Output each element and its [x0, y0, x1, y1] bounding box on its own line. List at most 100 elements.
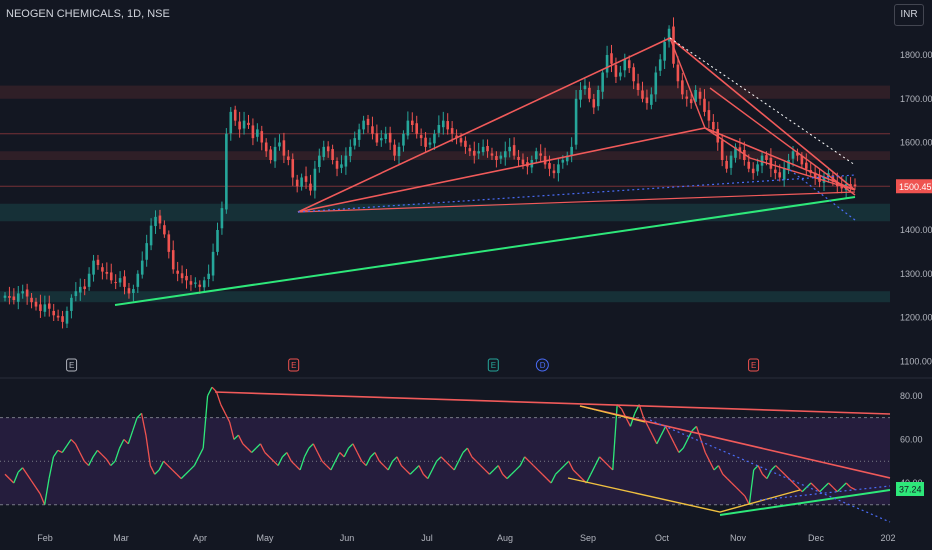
candle-body [588, 87, 591, 99]
candle-body [805, 162, 808, 169]
candle-body [123, 276, 126, 287]
candle-body [627, 60, 631, 69]
price-tick-label: 1300.00 [900, 269, 932, 279]
month-tick-label: May [256, 533, 274, 543]
candle-body [176, 270, 179, 274]
candle-body [154, 216, 157, 227]
month-tick-label: Mar [113, 533, 129, 543]
rsi-segment [211, 386, 217, 392]
candle-body [220, 208, 224, 229]
candle-body [424, 137, 427, 147]
candle-body [703, 98, 706, 112]
candle-body [291, 159, 295, 178]
price-tick-label: 1700.00 [900, 94, 932, 104]
candle-body [163, 225, 166, 235]
candle-body [158, 215, 162, 224]
candle-body [74, 291, 78, 297]
candle-body [446, 121, 450, 130]
month-tick-label: Jun [340, 533, 355, 543]
candle-body [149, 225, 153, 246]
projection-dotted-white [669, 37, 856, 166]
candle-body [30, 297, 33, 303]
candle-body [118, 278, 122, 283]
candle-body [592, 99, 596, 108]
rsi-segment [136, 412, 142, 419]
candle-body [756, 164, 759, 172]
candle-body [486, 146, 489, 152]
candle-body [300, 177, 303, 187]
candle-body [495, 156, 498, 160]
candle-body [419, 135, 423, 139]
rsi-segment [207, 386, 213, 397]
event-label: E [491, 361, 496, 370]
currency-button[interactable]: INR [894, 4, 924, 26]
candle-body [362, 120, 365, 130]
candle-body [552, 170, 556, 174]
candle-body [194, 282, 197, 284]
candle-body [233, 109, 237, 121]
candle-body [198, 284, 202, 287]
candle-body [282, 140, 286, 156]
candle-body [689, 99, 693, 104]
candle-body [52, 310, 55, 316]
rsi-segment [215, 391, 222, 405]
candle-body [712, 121, 715, 130]
candle-body [78, 286, 82, 293]
event-label: E [291, 361, 296, 370]
candle-body [658, 59, 662, 71]
month-tick-label: Feb [37, 533, 53, 543]
candle-body [450, 128, 454, 134]
candle-body [375, 133, 379, 143]
candle-body [751, 168, 755, 174]
candle-body [207, 273, 210, 279]
candle-body [47, 303, 51, 309]
candle-body [654, 72, 658, 95]
candle-body [344, 155, 348, 167]
candle-body [663, 41, 666, 61]
price-tick-label: 1100.00 [900, 356, 932, 366]
candle-body [645, 97, 649, 104]
zone-band-1 [0, 151, 890, 160]
candle-body [685, 96, 689, 99]
price-tick-label: 1600.00 [900, 138, 932, 148]
candle-body [83, 286, 86, 290]
candle-body [180, 273, 184, 279]
candle-body [388, 132, 392, 143]
candle-body [287, 156, 290, 160]
candle-body [21, 291, 25, 294]
candle-body [729, 155, 733, 168]
candle-body [636, 83, 640, 90]
event-label: E [69, 361, 74, 370]
candle-body [490, 153, 494, 156]
month-tick-label: Nov [730, 533, 747, 543]
candle-body [136, 273, 140, 287]
candle-body [61, 316, 64, 322]
candle-body [468, 148, 472, 152]
candle-body [650, 94, 653, 105]
month-tick-label: 202 [880, 533, 895, 543]
rsi-last-label: 37.24 [899, 484, 922, 494]
candle-body [366, 118, 370, 125]
candle-body [415, 123, 419, 134]
candle-body [127, 288, 131, 294]
candle-body [596, 90, 600, 107]
candle-body [331, 149, 334, 160]
candle-body [782, 168, 786, 180]
candle-body [238, 121, 241, 130]
candle-body [632, 67, 635, 82]
candle-body [534, 151, 538, 160]
candle-body [242, 120, 246, 129]
candle-body [601, 72, 604, 92]
candle-body [145, 243, 148, 260]
candle-body [747, 161, 751, 169]
candle-body [623, 59, 627, 71]
candle-body [778, 172, 782, 178]
candle-body [433, 133, 436, 144]
candle-body [12, 296, 16, 300]
candle-body [318, 155, 321, 167]
candle-body [472, 150, 476, 156]
candle-body [681, 80, 684, 95]
candle-body [397, 146, 401, 157]
candle-body [25, 289, 29, 297]
candle-body [402, 133, 405, 146]
